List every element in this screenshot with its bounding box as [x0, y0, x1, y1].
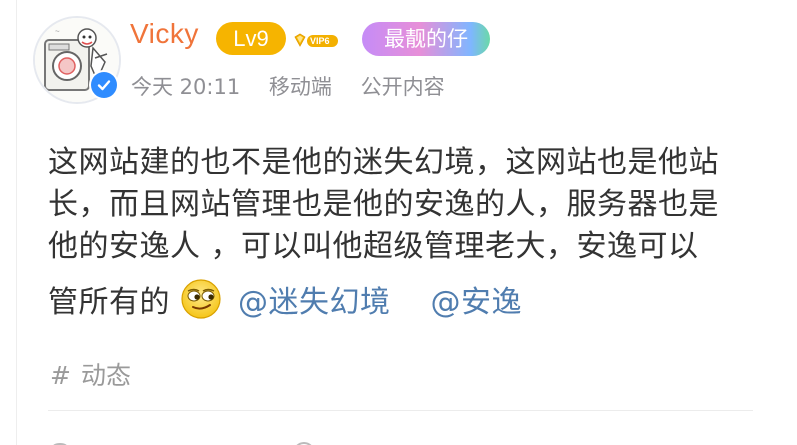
mention-link[interactable]: @安逸: [431, 285, 523, 320]
content-last-line: 管所有的 @迷失幻境 @安逸: [48, 278, 768, 324]
divider: [48, 410, 753, 411]
topic-tag[interactable]: # 动态: [50, 356, 131, 392]
title-badge: 最靓的仔: [362, 22, 490, 56]
hash-symbol: #: [50, 361, 71, 390]
post-meta: 今天 20:11 移动端 公开内容: [131, 71, 467, 101]
smirk-emoji-icon: [180, 278, 222, 320]
content-line: 管所有的: [48, 285, 170, 320]
post-content: 这网站建的也不是他的迷失幻境，这网站也是他站 长，而且网站管理也是他的安逸的人，…: [48, 142, 768, 324]
level-badge: Lv9: [216, 22, 286, 55]
vip-badge[interactable]: VIP6: [293, 33, 339, 49]
action-bar-partial: [48, 436, 753, 445]
mention-link[interactable]: @迷失幻境: [238, 285, 391, 320]
svg-text:~: ~: [55, 27, 60, 36]
username[interactable]: Vicky: [130, 18, 199, 50]
content-line: 长，而且网站管理也是他的安逸的人，服务器也是: [48, 187, 719, 222]
content-line: 他的安逸人 ，可以叫他超级管理老大，安逸可以: [48, 229, 699, 264]
content-line: 这网站建的也不是他的迷失幻境，这网站也是他站: [48, 145, 719, 180]
post-visibility: 公开内容: [360, 75, 445, 99]
post-source: 移动端: [268, 75, 332, 99]
avatar-container[interactable]: ~: [31, 14, 121, 104]
post-time: 今天 20:11: [131, 75, 241, 99]
vip-level-text: VIP6: [310, 36, 330, 46]
verified-icon: [89, 70, 119, 100]
post-card: ~ Vicky Lv9 VIP6 最靓的仔 今天 20:11 移动端 公开内容 …: [16, 0, 797, 445]
topic-tag-label: 动态: [80, 361, 131, 390]
